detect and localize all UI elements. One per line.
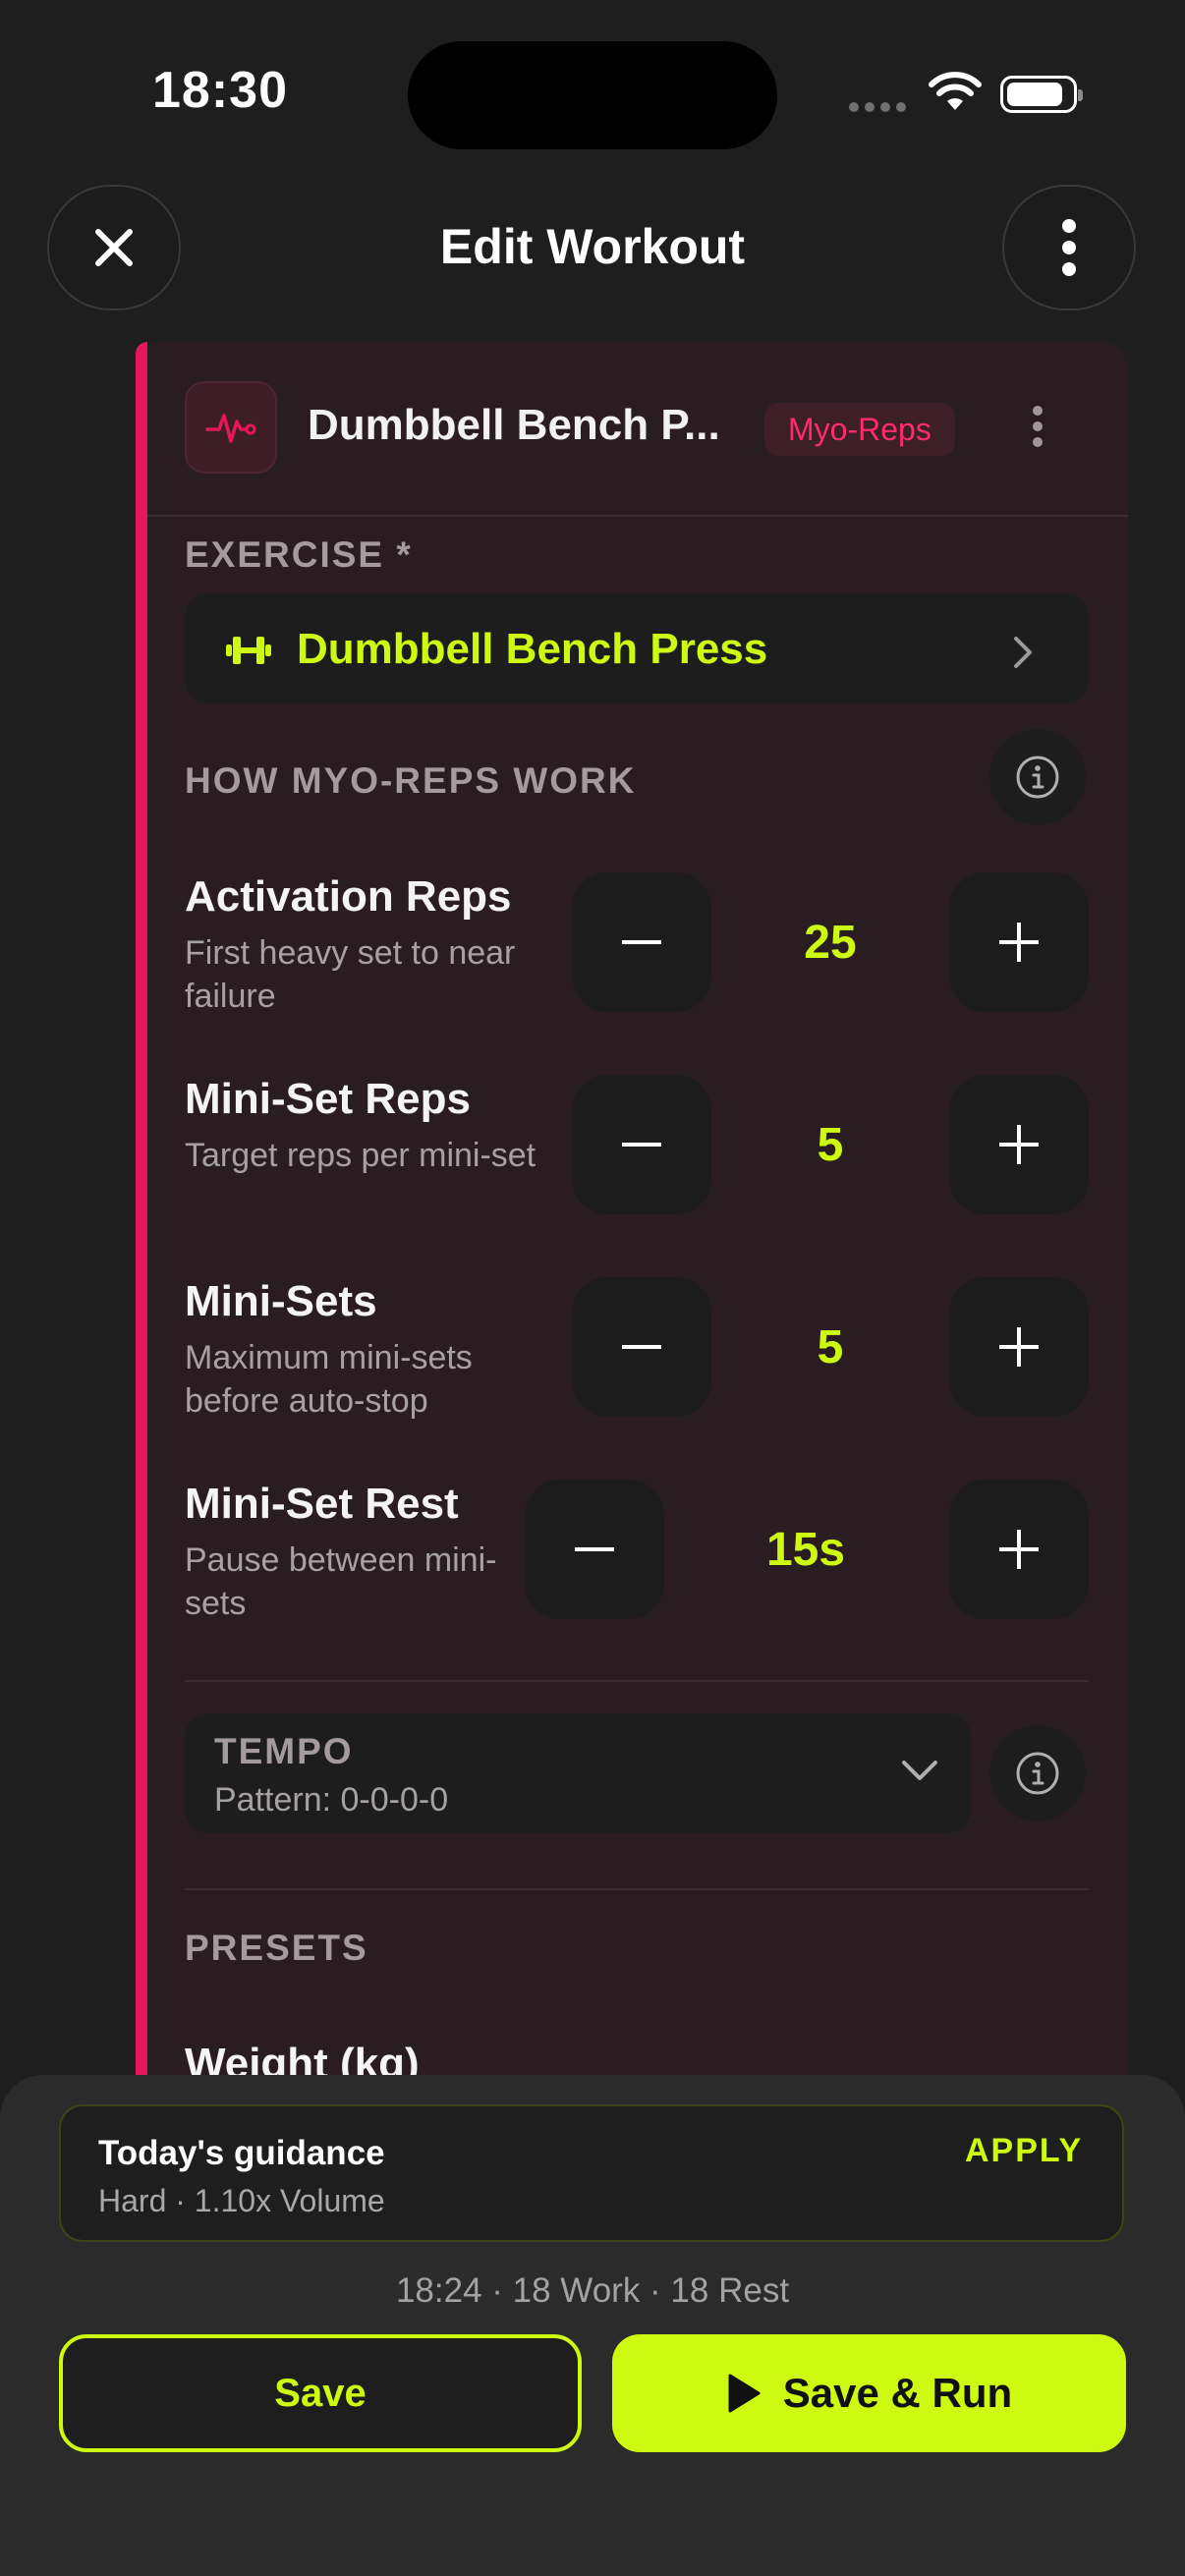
mini-set-reps-decrement-button[interactable] (572, 1075, 711, 1214)
section-divider (185, 1888, 1089, 1890)
minus-icon (622, 1143, 661, 1147)
save-and-run-label: Save & Run (782, 2370, 1013, 2416)
chevron-down-icon (902, 1761, 937, 1780)
exercise-label: EXERCISE * (185, 534, 413, 575)
wifi-icon (929, 72, 982, 110)
param-row-mini-set-reps: Mini-Set Reps Target reps per mini-set (185, 1075, 558, 1177)
tempo-info-button[interactable] (989, 1725, 1086, 1821)
exercise-name: Dumbbell Bench Press (297, 625, 768, 673)
minus-icon (622, 1345, 661, 1349)
more-options-button[interactable] (1002, 185, 1136, 310)
block-title: Dumbbell Bench P... (308, 401, 720, 449)
presets-label: PRESETS (185, 1928, 368, 1968)
chevron-right-icon (1014, 637, 1032, 668)
param-row-mini-sets: Mini-Sets Maximum mini-sets before auto-… (185, 1277, 558, 1423)
param-row-activation-reps: Activation Reps First heavy set to near … (185, 872, 558, 1018)
play-icon (728, 2374, 761, 2413)
mini-sets-increment-button[interactable] (949, 1277, 1089, 1417)
section-divider (185, 1680, 1089, 1682)
apply-guidance-button[interactable]: APPLY (965, 2132, 1083, 2170)
info-icon (1016, 1752, 1059, 1795)
tempo-pattern: Pattern: 0-0-0-0 (214, 1781, 449, 1819)
more-vertical-icon (1062, 219, 1076, 276)
param-description: Maximum mini-sets before auto-stop (185, 1339, 473, 1420)
pulse-icon (205, 414, 256, 443)
mini-set-rest-value: 15s (765, 1524, 846, 1576)
mini-set-rest-increment-button[interactable] (949, 1480, 1089, 1619)
param-title: Activation Reps (185, 872, 512, 921)
guidance-card (59, 2104, 1124, 2242)
block-menu-button[interactable] (1030, 405, 1045, 453)
battery-icon (1000, 76, 1083, 113)
activation-reps-value: 25 (804, 917, 857, 969)
param-title: Mini-Set Rest (185, 1480, 459, 1528)
mini-sets-decrement-button[interactable] (572, 1277, 711, 1417)
block-type-badge: Myo-Reps (764, 403, 955, 456)
mini-set-rest-decrement-button[interactable] (525, 1480, 664, 1619)
param-row-mini-set-rest: Mini-Set Rest Pause between mini-sets (185, 1480, 509, 1625)
plus-icon (999, 1327, 1039, 1367)
dumbbell-icon (226, 637, 271, 664)
block-accent-bar (136, 342, 147, 2130)
tempo-label: TEMPO (214, 1731, 354, 1771)
dynamic-island (408, 41, 777, 149)
activation-reps-decrement-button[interactable] (572, 872, 711, 1012)
plus-icon (999, 923, 1039, 962)
param-description: First heavy set to near failure (185, 934, 516, 1015)
guidance-title: Today's guidance (98, 2134, 385, 2172)
plus-icon (999, 1125, 1039, 1164)
plus-icon (999, 1530, 1039, 1569)
how-myo-reps-work-label: HOW MYO-REPS WORK (185, 760, 637, 801)
status-time: 18:30 (152, 62, 288, 119)
save-and-run-button[interactable]: Save & Run (612, 2334, 1126, 2452)
info-icon (1016, 756, 1059, 799)
save-button-label: Save (274, 2371, 367, 2415)
param-title: Mini-Sets (185, 1277, 377, 1325)
minus-icon (575, 1547, 614, 1551)
guidance-subtitle: Hard · 1.10x Volume (98, 2183, 385, 2218)
more-vertical-icon (1033, 406, 1043, 447)
save-button[interactable]: Save (59, 2334, 582, 2452)
mini-set-reps-value: 5 (817, 1119, 844, 1171)
activation-reps-increment-button[interactable] (949, 872, 1089, 1012)
param-title: Mini-Set Reps (185, 1075, 471, 1123)
mini-sets-value: 5 (817, 1321, 844, 1373)
workout-summary: 18:24 · 18 Work · 18 Rest (395, 2271, 790, 2310)
card-header-divider (147, 515, 1128, 517)
param-description: Target reps per mini-set (185, 1137, 536, 1174)
cellular-signal-icon (849, 102, 908, 112)
minus-icon (622, 940, 661, 944)
param-description: Pause between mini-sets (185, 1541, 497, 1622)
mini-set-reps-increment-button[interactable] (949, 1075, 1089, 1214)
myo-reps-info-button[interactable] (989, 729, 1086, 825)
block-type-icon (185, 381, 277, 474)
